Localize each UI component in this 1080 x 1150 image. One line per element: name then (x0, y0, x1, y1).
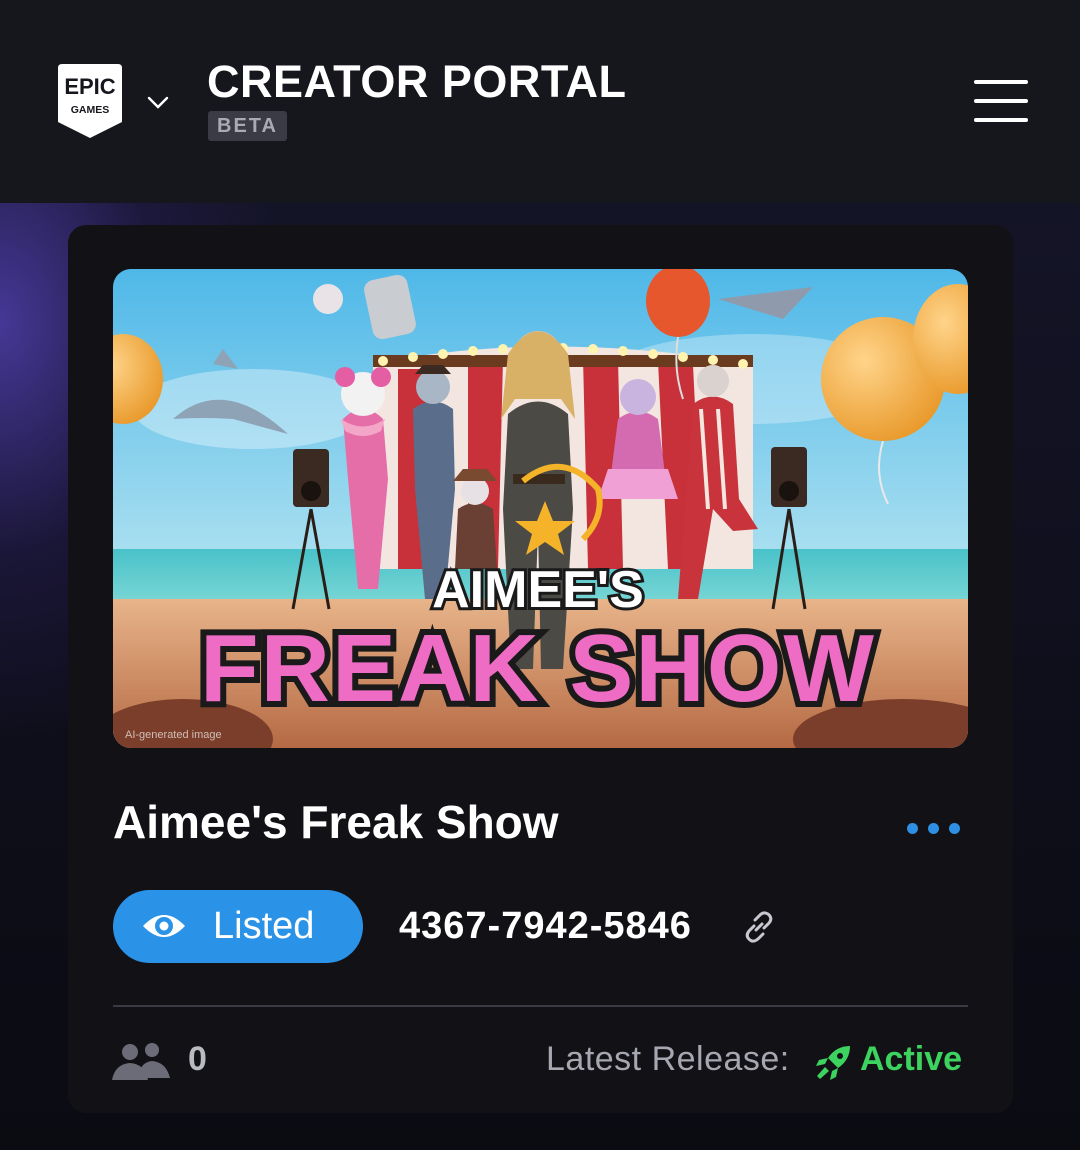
eye-icon (143, 915, 185, 937)
island-code[interactable]: 4367-7942-5846 (399, 905, 692, 948)
listed-status-button[interactable]: Listed (113, 890, 363, 963)
hamburger-menu-icon[interactable] (968, 76, 1034, 128)
more-options-icon[interactable] (903, 815, 965, 841)
release-label: Latest Release: (546, 1040, 790, 1078)
island-thumbnail[interactable]: AIMEE'S FREAK SHOW AI-generated image (113, 269, 968, 748)
svg-text:GAMES: GAMES (71, 104, 110, 116)
svg-text:EPIC: EPIC (64, 74, 115, 99)
svg-text:AI-generated image: AI-generated image (125, 729, 222, 741)
island-title: Aimee's Freak Show (113, 796, 559, 848)
top-header: EPIC GAMES CREATOR PORTAL BETA (0, 0, 1080, 203)
card-divider (113, 1005, 968, 1007)
release-status: Active (860, 1040, 963, 1078)
listed-label: Listed (213, 905, 315, 947)
copy-link-icon[interactable] (741, 909, 777, 945)
portal-title: CREATOR PORTAL (207, 56, 627, 107)
svg-text:AIMEE'S: AIMEE'S (432, 561, 644, 619)
svg-text:FREAK SHOW: FREAK SHOW (200, 615, 876, 722)
beta-badge: BETA (208, 111, 287, 141)
chevron-down-icon[interactable] (146, 90, 170, 114)
rocket-icon (816, 1046, 850, 1080)
player-count: 0 (188, 1040, 207, 1078)
players-icon (112, 1043, 170, 1080)
epic-games-logo[interactable]: EPIC GAMES (58, 64, 122, 138)
